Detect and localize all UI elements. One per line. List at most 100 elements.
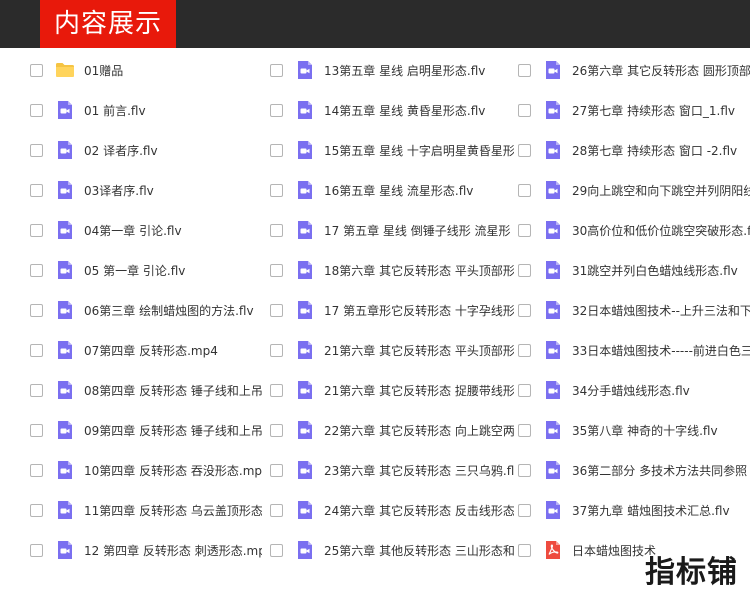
video-file-icon: [298, 381, 312, 399]
file-item[interactable]: 13第五章 星线 启明星形态.flv: [270, 58, 514, 82]
file-item[interactable]: 16第五章 星线 流星形态.flv: [270, 178, 514, 202]
file-item[interactable]: 30高价位和低价位跳空突破形态.flv: [518, 218, 750, 242]
file-item[interactable]: 27第七章 持续形态 窗口_1.flv: [518, 98, 750, 122]
select-checkbox[interactable]: [30, 503, 43, 517]
file-item[interactable]: 06第三章 绘制蜡烛图的方法.flv: [30, 298, 262, 322]
select-checkbox[interactable]: [30, 103, 43, 117]
video-file-icon: [58, 461, 72, 479]
file-item[interactable]: 23第六章 其它反转形态 三只乌鸦.flv: [270, 458, 514, 482]
video-file-icon: [298, 181, 312, 199]
select-checkbox[interactable]: [270, 503, 283, 517]
file-item[interactable]: 35第八章 神奇的十字线.flv: [518, 418, 750, 442]
file-item[interactable]: 01 前言.flv: [30, 98, 262, 122]
file-item[interactable]: 21第六章 其它反转形态 捉腰带线形: [270, 378, 514, 402]
select-checkbox[interactable]: [270, 103, 283, 117]
file-item[interactable]: 32日本蜡烛图技术--上升三法和下: [518, 298, 750, 322]
select-checkbox[interactable]: [518, 183, 531, 197]
file-item[interactable]: 26第六章 其它反转形态 圆形顶部: [518, 58, 750, 82]
file-item[interactable]: 14第五章 星线 黄昏星形态.flv: [270, 98, 514, 122]
video-file-icon: [298, 261, 312, 279]
select-checkbox[interactable]: [30, 63, 43, 77]
file-item[interactable]: 01赠品: [30, 58, 262, 82]
select-checkbox[interactable]: [270, 63, 283, 77]
select-checkbox[interactable]: [270, 423, 283, 437]
select-checkbox[interactable]: [270, 343, 283, 357]
select-checkbox[interactable]: [270, 383, 283, 397]
select-checkbox[interactable]: [30, 143, 43, 157]
video-file-icon: [58, 221, 72, 239]
file-item[interactable]: 04第一章 引论.flv: [30, 218, 262, 242]
select-checkbox[interactable]: [270, 143, 283, 157]
select-checkbox[interactable]: [270, 183, 283, 197]
file-item[interactable]: 21第六章 其它反转形态 平头顶部形: [270, 338, 514, 362]
file-item[interactable]: 31跳空并列白色蜡烛线形态.flv: [518, 258, 750, 282]
select-checkbox[interactable]: [518, 463, 531, 477]
folder-icon: [56, 63, 74, 77]
file-item[interactable]: 03译者序.flv: [30, 178, 262, 202]
file-item[interactable]: 33日本蜡烛图技术-----前进白色三: [518, 338, 750, 362]
file-item[interactable]: 25第六章 其他反转形态 三山形态和: [270, 538, 514, 562]
select-checkbox[interactable]: [30, 183, 43, 197]
file-item[interactable]: 12 第四章 反转形态 刺透形态.mp: [30, 538, 262, 562]
select-checkbox[interactable]: [30, 263, 43, 277]
select-checkbox[interactable]: [518, 103, 531, 117]
select-checkbox[interactable]: [270, 303, 283, 317]
file-item[interactable]: 05 第一章 引论.flv: [30, 258, 262, 282]
select-checkbox[interactable]: [30, 423, 43, 437]
file-item[interactable]: 22第六章 其它反转形态 向上跳空两: [270, 418, 514, 442]
select-checkbox[interactable]: [518, 143, 531, 157]
file-item[interactable]: 09第四章 反转形态 锤子线和上吊: [30, 418, 262, 442]
video-file-icon: [298, 341, 312, 359]
select-checkbox[interactable]: [30, 343, 43, 357]
file-name: 17 第五章形它反转形态 十字孕线形: [324, 303, 514, 318]
file-item[interactable]: 36第二部分 多技术方法共同参照: [518, 458, 750, 482]
file-name: 01 前言.flv: [84, 103, 146, 118]
file-name: 12 第四章 反转形态 刺透形态.mp: [84, 543, 262, 558]
file-item[interactable]: 29向上跳空和向下跳空并列阴阳线: [518, 178, 750, 202]
file-item[interactable]: 28第七章 持续形态 窗口 -2.flv: [518, 138, 750, 162]
file-item[interactable]: 15第五章 星线 十字启明星黄昏星形: [270, 138, 514, 162]
select-checkbox[interactable]: [270, 463, 283, 477]
video-file-icon: [58, 301, 72, 319]
file-name: 36第二部分 多技术方法共同参照: [572, 463, 748, 478]
select-checkbox[interactable]: [270, 263, 283, 277]
file-item[interactable]: 17 第五章形它反转形态 十字孕线形: [270, 298, 514, 322]
select-checkbox[interactable]: [270, 223, 283, 237]
video-file-icon: [58, 261, 72, 279]
file-item[interactable]: 24第六章 其它反转形态 反击线形态: [270, 498, 514, 522]
video-file-icon: [546, 261, 560, 279]
file-name: 03译者序.flv: [84, 183, 154, 198]
file-item[interactable]: 07第四章 反转形态.mp4: [30, 338, 262, 362]
select-checkbox[interactable]: [518, 303, 531, 317]
file-name: 35第八章 神奇的十字线.flv: [572, 423, 718, 438]
file-name: 15第五章 星线 十字启明星黄昏星形: [324, 143, 514, 158]
file-item[interactable]: 10第四章 反转形态 吞没形态.mp: [30, 458, 262, 482]
file-item[interactable]: 02 译者序.flv: [30, 138, 262, 162]
file-item[interactable]: 37第九章 蜡烛图技术汇总.flv: [518, 498, 750, 522]
select-checkbox[interactable]: [518, 423, 531, 437]
select-checkbox[interactable]: [30, 223, 43, 237]
select-checkbox[interactable]: [30, 463, 43, 477]
select-checkbox[interactable]: [270, 543, 283, 557]
select-checkbox[interactable]: [30, 303, 43, 317]
file-name: 11第四章 反转形态 乌云盖顶形态: [84, 503, 262, 518]
select-checkbox[interactable]: [518, 343, 531, 357]
select-checkbox[interactable]: [518, 503, 531, 517]
select-checkbox[interactable]: [518, 223, 531, 237]
file-item[interactable]: 18第六章 其它反转形态 平头顶部形: [270, 258, 514, 282]
file-name: 04第一章 引论.flv: [84, 223, 182, 238]
file-item[interactable]: 34分手蜡烛线形态.flv: [518, 378, 750, 402]
video-file-icon: [298, 541, 312, 559]
file-item[interactable]: 11第四章 反转形态 乌云盖顶形态: [30, 498, 262, 522]
file-name: 06第三章 绘制蜡烛图的方法.flv: [84, 303, 254, 318]
select-checkbox[interactable]: [518, 263, 531, 277]
file-item[interactable]: 08第四章 反转形态 锤子线和上吊: [30, 378, 262, 402]
file-name: 10第四章 反转形态 吞没形态.mp: [84, 463, 262, 478]
select-checkbox[interactable]: [518, 63, 531, 77]
file-item[interactable]: 17 第五章 星线 倒锤子线形 流星形: [270, 218, 514, 242]
select-checkbox[interactable]: [518, 383, 531, 397]
select-checkbox[interactable]: [518, 543, 531, 557]
video-file-icon: [546, 141, 560, 159]
select-checkbox[interactable]: [30, 383, 43, 397]
select-checkbox[interactable]: [30, 543, 43, 557]
